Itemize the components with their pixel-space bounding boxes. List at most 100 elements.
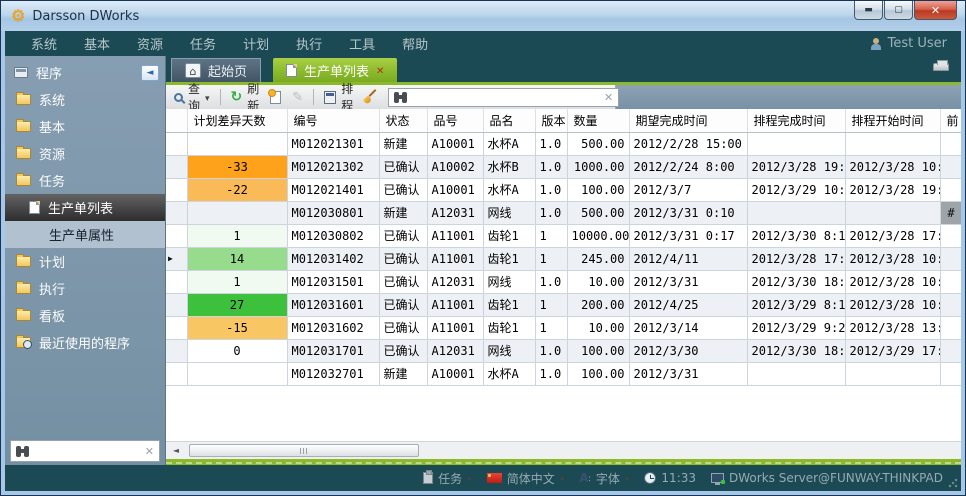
menu-item[interactable]: 任务 <box>190 34 216 53</box>
overflow-cell <box>940 224 961 247</box>
row-selector-cell[interactable] <box>166 132 187 155</box>
menu-item[interactable]: 执行 <box>296 34 322 53</box>
content-area: 起始页 生产单列表 查询 <box>166 56 961 467</box>
table-row[interactable]: 14M012031402已确认A11001齿轮11245.002012/4/11… <box>166 247 961 270</box>
menu-item[interactable]: 资源 <box>137 34 163 53</box>
sidebar-item[interactable]: 资源 <box>5 140 165 167</box>
horizontal-scrollbar[interactable] <box>166 441 961 459</box>
sidebar-item-label: 生产单属性 <box>49 225 114 244</box>
sidebar-item[interactable]: 任务 <box>5 167 165 194</box>
toolbar-search-clear-icon[interactable] <box>604 90 613 104</box>
item-name-cell: 齿轮1 <box>483 224 535 247</box>
row-selector-cell[interactable] <box>166 201 187 224</box>
font-dropdown[interactable]: 字体 <box>579 470 629 487</box>
menu-item[interactable]: 计划 <box>243 34 269 53</box>
sidebar-search-clear-icon[interactable] <box>145 444 154 459</box>
sidebar-collapse-button[interactable] <box>141 65 159 81</box>
magnifier-icon <box>174 93 183 102</box>
query-dropdown-icon[interactable] <box>205 90 210 104</box>
schedule-finish-cell: 2012/3/30 18:00 <box>747 339 845 362</box>
order-no-cell: M012021401 <box>287 178 379 201</box>
version-cell: 1.0 <box>535 178 567 201</box>
column-header[interactable]: 数量 <box>567 109 629 132</box>
column-header[interactable]: 计划差异天数 <box>187 109 287 132</box>
toolbar-search-input[interactable] <box>413 90 599 104</box>
task-dropdown[interactable]: 任务 <box>423 470 472 487</box>
sidebar-item[interactable]: 基本 <box>5 113 165 140</box>
toolbar-search-box <box>388 88 619 107</box>
table-row[interactable]: -15M012031602已确认A11001齿轮1110.002012/3/14… <box>166 316 961 339</box>
table-row[interactable]: 1M012030802已确认A11001齿轮1110000.002012/3/3… <box>166 224 961 247</box>
sidebar-item[interactable]: 看板 <box>5 302 165 329</box>
tab-close-icon[interactable] <box>376 63 384 78</box>
table-row[interactable]: 1M012031501已确认A12031网线1.010.002012/3/312… <box>166 270 961 293</box>
order-no-cell: M012031601 <box>287 293 379 316</box>
minimize-button[interactable]: ▬ <box>854 1 883 20</box>
table-row[interactable]: M012030801新建A12031网线1.0500.002012/3/31 0… <box>166 201 961 224</box>
current-row-marker[interactable] <box>166 247 187 270</box>
edit-button[interactable] <box>288 88 307 107</box>
binoculars-icon <box>394 92 408 103</box>
sidebar-item[interactable]: 系统 <box>5 86 165 113</box>
sidebar-item-label: 任务 <box>39 171 65 190</box>
table-row[interactable]: M012032701新建A10001水杯A1.0100.002012/3/31 <box>166 362 961 385</box>
tab-production-order-list[interactable]: 生产单列表 <box>273 58 397 82</box>
column-header[interactable]: 前 <box>940 109 961 132</box>
overflow-cell <box>940 155 961 178</box>
new-button[interactable] <box>266 89 285 106</box>
user-name: Test User <box>888 36 947 51</box>
table-row[interactable]: M012021301新建A10001水杯A1.0500.002012/2/28 … <box>166 132 961 155</box>
sidebar-item[interactable]: 计划 <box>5 248 165 275</box>
table-row[interactable]: 0M012031701已确认A12031网线1.0100.002012/3/30… <box>166 339 961 362</box>
table-row[interactable]: -33M012021302已确认A10002水杯B1.01000.002012/… <box>166 155 961 178</box>
row-selector-cell[interactable] <box>166 339 187 362</box>
sidebar-item[interactable]: 执行 <box>5 275 165 302</box>
row-selector-cell[interactable] <box>166 293 187 316</box>
table-row[interactable]: -22M012021401已确认A10001水杯A1.0100.002012/3… <box>166 178 961 201</box>
quantity-cell: 100.00 <box>567 178 629 201</box>
column-header[interactable]: 编号 <box>287 109 379 132</box>
version-cell: 1 <box>535 224 567 247</box>
maximize-button[interactable]: ▢ <box>884 1 913 20</box>
menu-item[interactable]: 帮助 <box>402 34 428 53</box>
sidebar-item[interactable]: 生产单列表 <box>5 194 165 221</box>
time-label: 11:33 <box>661 471 696 485</box>
close-button[interactable]: ✕ <box>914 1 957 20</box>
clear-schedule-button[interactable] <box>360 88 382 106</box>
overflow-cell <box>940 316 961 339</box>
column-header[interactable]: 状态 <box>379 109 427 132</box>
sidebar-item[interactable]: 最近使用的程序 <box>5 329 165 356</box>
row-selector-cell[interactable] <box>166 178 187 201</box>
language-dropdown[interactable]: 简体中文 <box>487 470 565 487</box>
row-selector-cell[interactable] <box>166 362 187 385</box>
menu-item[interactable]: 基本 <box>84 34 110 53</box>
broom-icon <box>364 90 378 104</box>
folder-icon <box>16 310 31 321</box>
row-selector-cell[interactable] <box>166 155 187 178</box>
printer-icon[interactable] <box>933 63 949 71</box>
schedule-finish-cell <box>747 362 845 385</box>
status-cell: 已确认 <box>379 178 427 201</box>
row-selector-cell[interactable] <box>166 270 187 293</box>
table-row[interactable]: 27M012031601已确认A11001齿轮11200.002012/4/25… <box>166 293 961 316</box>
menu-item[interactable]: 工具 <box>349 34 375 53</box>
menu-item[interactable]: 系统 <box>31 34 57 53</box>
row-selector-cell[interactable] <box>166 316 187 339</box>
tab-start-page[interactable]: 起始页 <box>171 58 261 82</box>
column-header[interactable]: 排程完成时间 <box>747 109 845 132</box>
column-header[interactable]: 期望完成时间 <box>629 109 747 132</box>
column-header[interactable]: 版本 <box>535 109 567 132</box>
schedule-start-cell: 2012/3/28 10:52 <box>845 293 940 316</box>
language-label: 简体中文 <box>507 470 555 487</box>
sidebar-search-input[interactable] <box>35 444 140 458</box>
column-header[interactable]: 品号 <box>427 109 483 132</box>
user-box[interactable]: Test User <box>870 31 947 56</box>
row-selector-cell[interactable] <box>166 224 187 247</box>
scroll-left-icon[interactable] <box>168 443 184 458</box>
column-header[interactable]: 品名 <box>483 109 535 132</box>
server-icon <box>711 473 724 483</box>
column-header[interactable]: 排程开始时间 <box>845 109 940 132</box>
resize-grip[interactable] <box>948 478 958 488</box>
sidebar-item[interactable]: 生产单属性 <box>5 221 165 248</box>
scrollbar-thumb[interactable] <box>189 444 419 457</box>
